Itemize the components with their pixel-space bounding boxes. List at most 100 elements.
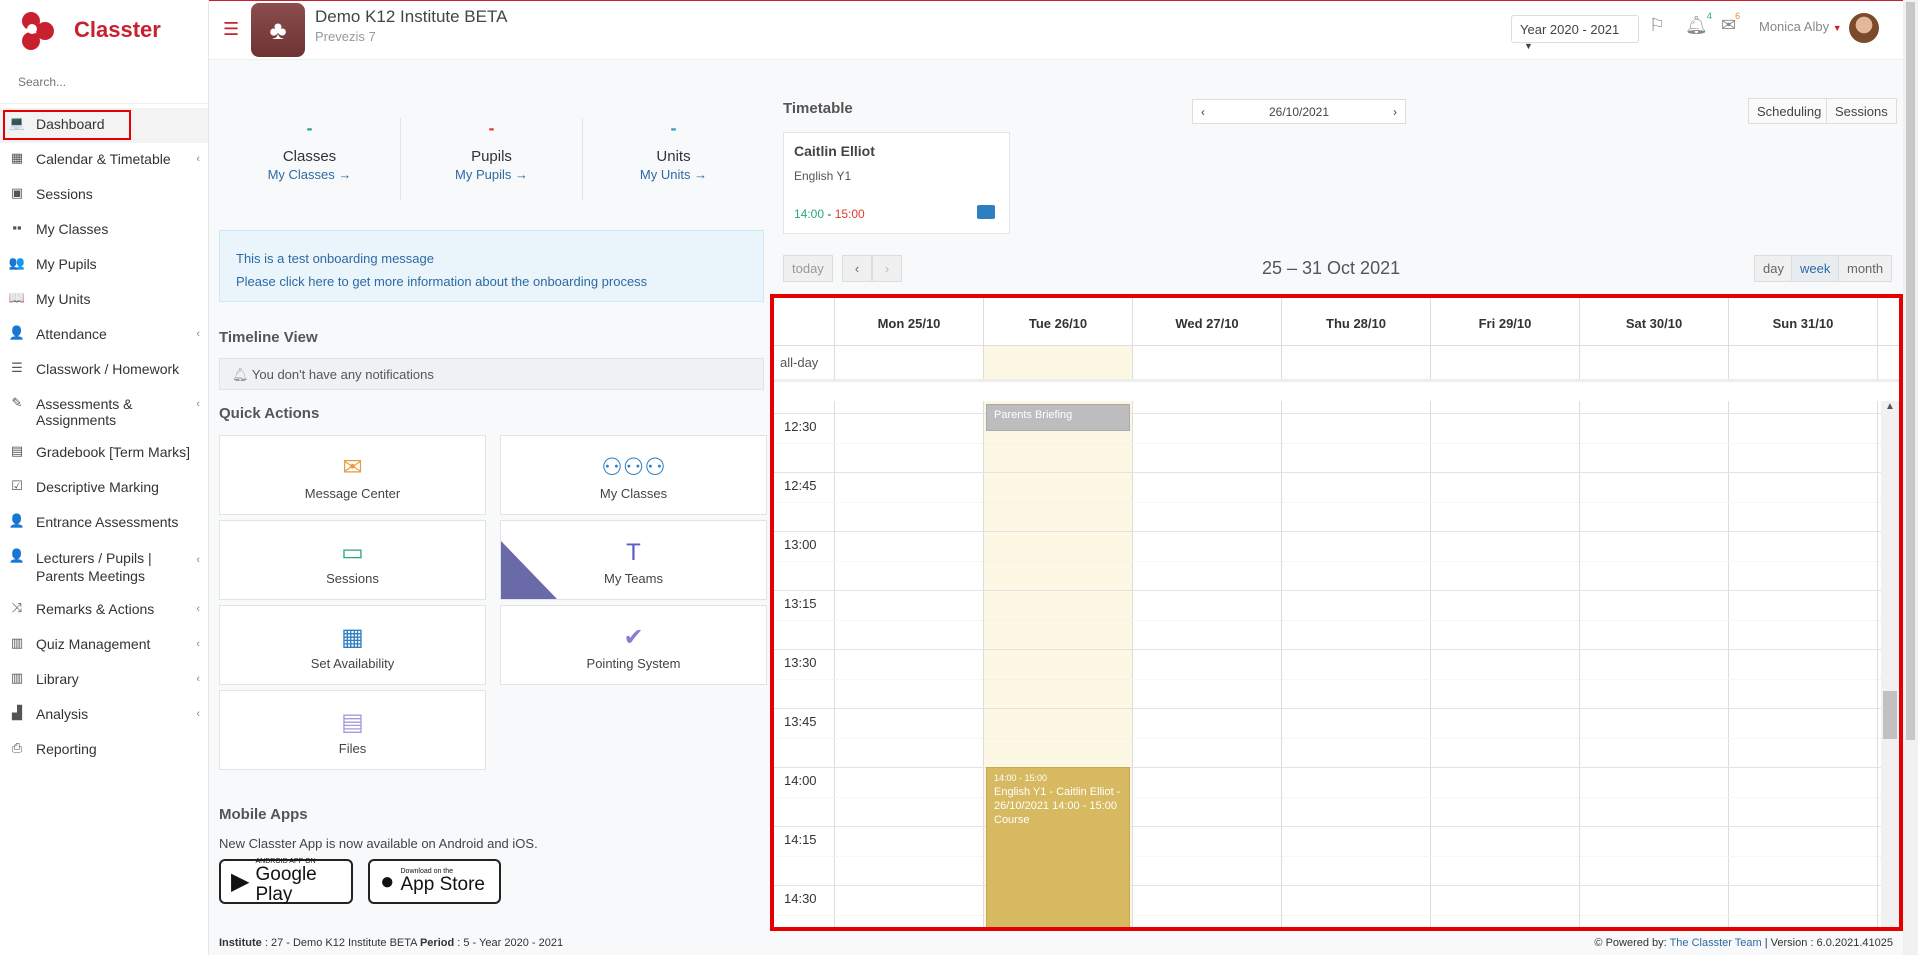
user-menu[interactable]: Monica Alby ▼: [1759, 19, 1842, 34]
stat-link[interactable]: My Pupils →: [401, 167, 582, 182]
day-column[interactable]: [1133, 401, 1282, 927]
stat-link[interactable]: My Units →: [583, 167, 764, 182]
all-day-cell[interactable]: [1580, 346, 1729, 379]
event-title: Parents Briefing: [994, 409, 1073, 422]
day-header[interactable]: Thu 28/10: [1282, 298, 1431, 345]
session-course: English Y1: [794, 169, 852, 183]
today-button[interactable]: today: [783, 255, 833, 282]
online-session-icon[interactable]: [977, 205, 995, 219]
all-day-cell[interactable]: [1282, 346, 1431, 379]
scroll-thumb[interactable]: [1883, 691, 1897, 739]
timetable-title: Timetable: [783, 100, 853, 117]
sidebar-item-remarks-actions[interactable]: ⤨ Remarks & Actions ‹: [0, 593, 208, 628]
calendar-event[interactable]: Parents Briefing: [986, 404, 1130, 431]
timetable-date[interactable]: 26/10/2021: [1269, 105, 1329, 119]
day-column[interactable]: [835, 401, 984, 927]
all-day-cell[interactable]: [984, 346, 1133, 379]
classter-team-link[interactable]: The Classter Team: [1670, 937, 1762, 949]
calendar-prev-button[interactable]: ‹: [842, 255, 872, 282]
year-select[interactable]: Year 2020 - 2021 ▼: [1511, 15, 1639, 51]
day-header[interactable]: Tue 26/10: [984, 298, 1133, 345]
footer-period: : 5 - Year 2020 - 2021: [457, 937, 564, 949]
day-column[interactable]: [1282, 401, 1431, 927]
day-header[interactable]: Wed 27/10: [1133, 298, 1282, 345]
week-calendar: Mon 25/10 Tue 26/10 Wed 27/10 Thu 28/10 Fri …: [770, 294, 1903, 931]
sidebar-item-reporting[interactable]: ⎙ Reporting: [0, 733, 208, 768]
search-input[interactable]: [18, 74, 198, 89]
institute-address: Prevezis 7: [315, 29, 376, 44]
caret-down-icon: ▼: [1832, 23, 1842, 33]
day-header[interactable]: Sun 31/10: [1729, 298, 1878, 345]
sidebar-item-entrance-assessments[interactable]: 👤 Entrance Assessments: [0, 506, 208, 541]
all-day-cell[interactable]: [1431, 346, 1580, 379]
sidebar-item-descriptive-marking[interactable]: ☑ Descriptive Marking: [0, 471, 208, 506]
day-header[interactable]: Sat 30/10: [1580, 298, 1729, 345]
session-card[interactable]: Caitlin Elliot English Y1 14:00 - 15:00: [783, 132, 1010, 234]
chevron-left-icon: ‹: [196, 328, 200, 340]
view-week-button[interactable]: week: [1791, 255, 1840, 282]
hamburger-menu-icon[interactable]: ☰: [223, 19, 239, 40]
session-start: 14:00: [794, 207, 825, 221]
sidebar-item-my-pupils[interactable]: 👥 My Pupils: [0, 248, 208, 283]
sidebar-item-label: Quiz Management: [36, 636, 151, 652]
page-scrollbar[interactable]: [1903, 0, 1918, 955]
view-month-button[interactable]: month: [1838, 255, 1893, 282]
scroll-up-icon[interactable]: ▲: [1885, 401, 1895, 412]
sidebar-item-dashboard[interactable]: 💻 Dashboard: [0, 108, 208, 143]
bell-icon[interactable]: 🔔︎ 4: [1685, 11, 1714, 36]
quick-action-set-availability[interactable]: ▦ Set Availability: [219, 605, 486, 685]
brand[interactable]: Classter: [0, 0, 208, 60]
stat-link[interactable]: My Classes →: [219, 167, 400, 182]
quick-action-my-teams[interactable]: T My Teams: [500, 520, 767, 600]
chevron-left-icon: ‹: [196, 603, 200, 615]
page-scroll-thumb[interactable]: [1906, 2, 1915, 740]
sidebar-item-lecturers-pupils-parents-meetings[interactable]: 👤 Lecturers / Pupils | Parents Meetings ‹: [0, 541, 208, 593]
all-day-cell[interactable]: [1133, 346, 1282, 379]
sidebar-item-calendar-timetable[interactable]: ▦ Calendar & Timetable ‹: [0, 143, 208, 178]
app-store-button[interactable]: ● Download on the App Store: [368, 859, 501, 904]
view-day-button[interactable]: day: [1754, 255, 1793, 282]
sidebar-item-quiz-management[interactable]: ▥ Quiz Management ‹: [0, 628, 208, 663]
sidebar-item-my-units[interactable]: 📖 My Units: [0, 283, 208, 318]
sidebar-item-sessions[interactable]: ▣ Sessions: [0, 178, 208, 213]
all-day-cell[interactable]: [1729, 346, 1878, 379]
chevron-right-icon[interactable]: ›: [1393, 105, 1397, 119]
sidebar-item-assessments-assignments[interactable]: ✎ Assessments & Assignments ‹: [0, 388, 208, 436]
sidebar-item-classwork-homework[interactable]: ☰ Classwork / Homework: [0, 353, 208, 388]
message-badge: 6: [1733, 11, 1743, 21]
sidebar-item-attendance[interactable]: 👤 Attendance ‹: [0, 318, 208, 353]
chevron-left-icon: ‹: [196, 554, 200, 566]
calendar-event[interactable]: 14:00 - 15:00 English Y1 - Caitlin Elliot…: [986, 767, 1130, 927]
sessions-button[interactable]: Sessions: [1826, 98, 1897, 124]
onboarding-link[interactable]: Please click here to get more informatio…: [236, 270, 747, 293]
quick-action-my-classes[interactable]: ⚇⚇⚇ My Classes: [500, 435, 767, 515]
day-column[interactable]: [1580, 401, 1729, 927]
sidebar-item-analysis[interactable]: ▟ Analysis ‹: [0, 698, 208, 733]
time-slot-label: 12:45: [784, 478, 817, 493]
day-column[interactable]: [1431, 401, 1580, 927]
quick-action-pointing-system[interactable]: ✔ Pointing System: [500, 605, 767, 685]
google-play-button[interactable]: ▶ ANDROID APP ON Google Play: [219, 858, 353, 905]
apple-icon: ●: [380, 867, 395, 895]
scheduling-button[interactable]: Scheduling: [1748, 98, 1831, 124]
sidebar-item-gradebook-term-marks[interactable]: ▤ Gradebook [Term Marks]: [0, 436, 208, 471]
day-header[interactable]: Fri 29/10: [1431, 298, 1580, 345]
sidebar-item-my-classes[interactable]: ▪▪ My Classes: [0, 213, 208, 248]
all-day-cell[interactable]: [835, 346, 984, 379]
calendar-scrollbar[interactable]: ▲: [1881, 401, 1899, 927]
day-column[interactable]: [1729, 401, 1878, 927]
quick-action-sessions[interactable]: ▭ Sessions: [219, 520, 486, 600]
powered-by: Powered by:: [1605, 937, 1667, 949]
envelope-icon[interactable]: ✉ 6: [1721, 11, 1743, 36]
footer-institute: : 27 - Demo K12 Institute BETA: [264, 937, 417, 949]
chevron-left-icon[interactable]: ‹: [1201, 105, 1205, 119]
quick-action-message-center[interactable]: ✉ Message Center: [219, 435, 486, 515]
calendar-next-button[interactable]: ›: [872, 255, 902, 282]
half-slot-line: [774, 678, 1899, 680]
sidebar-item-library[interactable]: ▥ Library ‹: [0, 663, 208, 698]
quick-action-files[interactable]: ▤ Files: [219, 690, 486, 770]
onboarding-message[interactable]: This is a test onboarding message Please…: [219, 230, 764, 302]
avatar[interactable]: [1849, 13, 1879, 43]
flag-icon[interactable]: ⚐: [1649, 15, 1665, 36]
day-header[interactable]: Mon 25/10: [835, 298, 984, 345]
